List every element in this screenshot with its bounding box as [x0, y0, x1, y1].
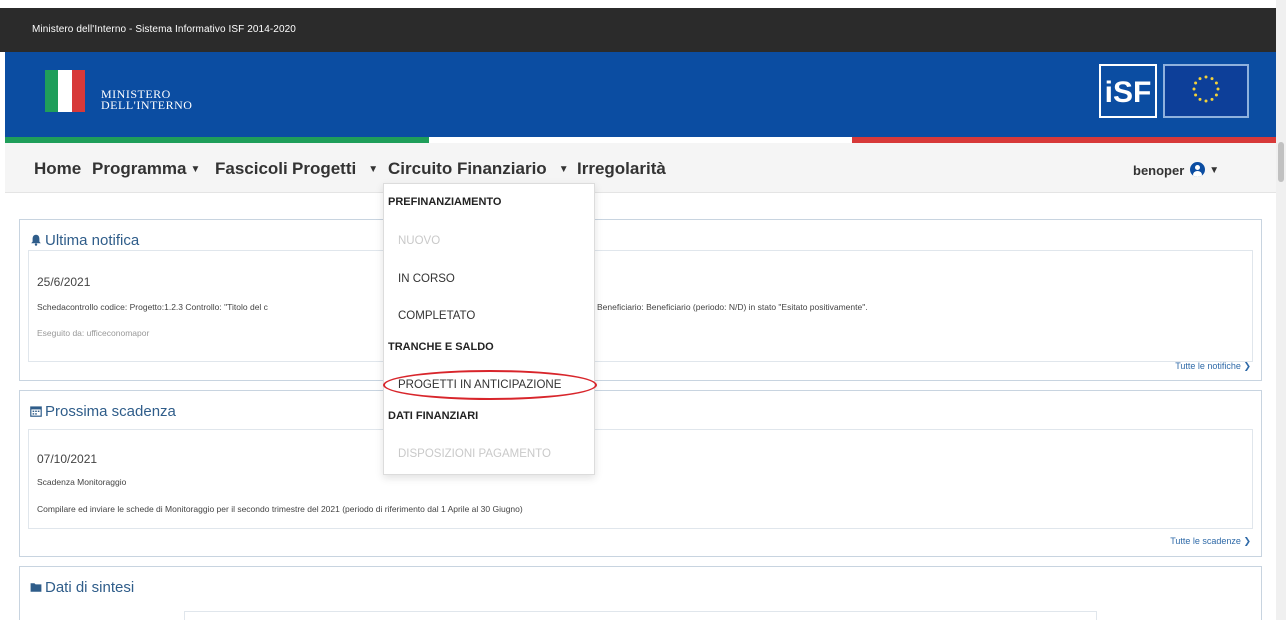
folder-icon [30, 583, 42, 592]
ministry-name: MINISTERO DELL'INTERNO [101, 88, 193, 112]
deadline-subject: Scadenza Monitoraggio [37, 477, 127, 487]
isf-logo-text: iSF [1105, 76, 1152, 109]
nav-irregolarita-label: Irregolarità [577, 159, 666, 178]
chevron-down-icon: ▼ [558, 164, 569, 175]
notification-text-right: Beneficiario: Beneficiario (periodo: N/D… [597, 302, 868, 312]
page-scrollbar[interactable] [1276, 0, 1286, 620]
main-navbar: Home Programma ▼ Fascicoli Progetti ▼ Circ… [5, 143, 1276, 193]
notification-text-left: Schedacontrollo codice: Progetto:1.2.3 C… [37, 302, 268, 312]
all-notifications-link[interactable]: Tutte le notifiche ❯ [1175, 361, 1251, 372]
deadline-panel-title: Prossima scadenza [30, 403, 176, 420]
dropdown-header-tranche-e-saldo: TRANCHE E SALDO [388, 341, 494, 353]
chevron-right-icon: ❯ [1243, 536, 1251, 546]
summary-panel-heading: Dati di sintesi [20, 567, 1261, 607]
dropdown-item-nuovo: NUOVO [398, 235, 441, 247]
nav-programma-label: Programma [92, 159, 187, 178]
notification-date: 25/6/2021 [37, 275, 91, 289]
nav-progetti-label: Progetti [292, 159, 357, 178]
user-circle-icon [1190, 162, 1206, 177]
chevron-right-icon: ❯ [1243, 361, 1251, 371]
nav-programma[interactable]: Programma ▼ [92, 159, 200, 179]
scrollbar-thumb[interactable] [1278, 142, 1284, 182]
deadline-panel-heading: Prossima scadenza [20, 391, 1261, 431]
notification-panel: Ultima notifica 25/6/2021 Schedacontroll… [19, 219, 1262, 381]
summary-body [184, 611, 1097, 620]
all-notifications-label: Tutte le notifiche [1175, 361, 1241, 371]
nav-home-label: Home [34, 159, 82, 178]
deadline-text: Compilare ed inviare le schede di Monito… [37, 504, 523, 514]
highlight-annotation-ellipse [383, 370, 597, 400]
bell-icon [31, 234, 41, 246]
dropdown-item-completato[interactable]: COMPLETATO [398, 310, 475, 322]
all-deadlines-link[interactable]: Tutte le scadenze ❯ [1170, 536, 1251, 547]
ministry-line-2: DELL'INTERNO [101, 98, 193, 112]
nav-circuito-finanziario[interactable]: Circuito Finanziario ▼ [388, 159, 569, 179]
circuito-finanziario-dropdown: PREFINANZIAMENTO NUOVO IN CORSO COMPLETA… [383, 183, 595, 475]
eu-flag-logo [1163, 64, 1249, 118]
nav-irregolarita[interactable]: Irregolarità [577, 159, 666, 179]
dropdown-item-disposizioni-pagamento: DISPOSIZIONI PAGAMENTO [398, 448, 551, 460]
chevron-down-icon: ▼ [1209, 165, 1220, 176]
deadline-body: 07/10/2021 Scadenza Monitoraggio Compila… [28, 429, 1253, 529]
nav-progetti[interactable]: Progetti ▼ [292, 159, 378, 179]
deadline-panel: Prossima scadenza 07/10/2021 Scadenza Mo… [19, 390, 1262, 557]
dropdown-header-dati-finanziari: DATI FINANZIARI [388, 410, 479, 422]
eu-stars [1192, 75, 1220, 103]
top-bar: Ministero dell'Interno - Sistema Informa… [0, 8, 1276, 52]
italian-flag-logo [45, 70, 85, 112]
site-header: MINISTERO DELL'INTERNO iSF [5, 52, 1276, 137]
notification-panel-title: Ultima notifica [30, 232, 139, 249]
deadline-title-text: Prossima scadenza [45, 403, 176, 420]
notification-body: 25/6/2021 Schedacontrollo codice: Proget… [28, 250, 1253, 362]
nav-circuito-label: Circuito Finanziario [388, 159, 547, 178]
system-title: Ministero dell'Interno - Sistema Informa… [32, 24, 296, 35]
summary-panel-title: Dati di sintesi [30, 579, 134, 596]
nav-fascicoli[interactable]: Fascicoli [215, 159, 288, 179]
calendar-icon [30, 406, 42, 417]
nav-home[interactable]: Home [34, 159, 81, 179]
user-menu[interactable]: benoper ▼ [1133, 162, 1219, 178]
summary-panel: Dati di sintesi [19, 566, 1262, 620]
nav-fascicoli-label: Fascicoli [215, 159, 288, 178]
summary-title-text: Dati di sintesi [45, 579, 135, 596]
chevron-down-icon: ▼ [368, 164, 379, 175]
notification-executed-by: Eseguito da: ufficeconomapor [37, 328, 150, 338]
dropdown-header-prefinanziamento: PREFINANZIAMENTO [388, 196, 502, 208]
username: benoper [1133, 163, 1185, 178]
notification-title-text: Ultima notifica [45, 232, 140, 249]
all-deadlines-label: Tutte le scadenze [1170, 536, 1241, 546]
deadline-date: 07/10/2021 [37, 452, 98, 466]
isf-logo: iSF [1099, 64, 1157, 118]
dropdown-item-in-corso[interactable]: IN CORSO [398, 273, 455, 285]
chevron-down-icon: ▼ [190, 164, 201, 175]
